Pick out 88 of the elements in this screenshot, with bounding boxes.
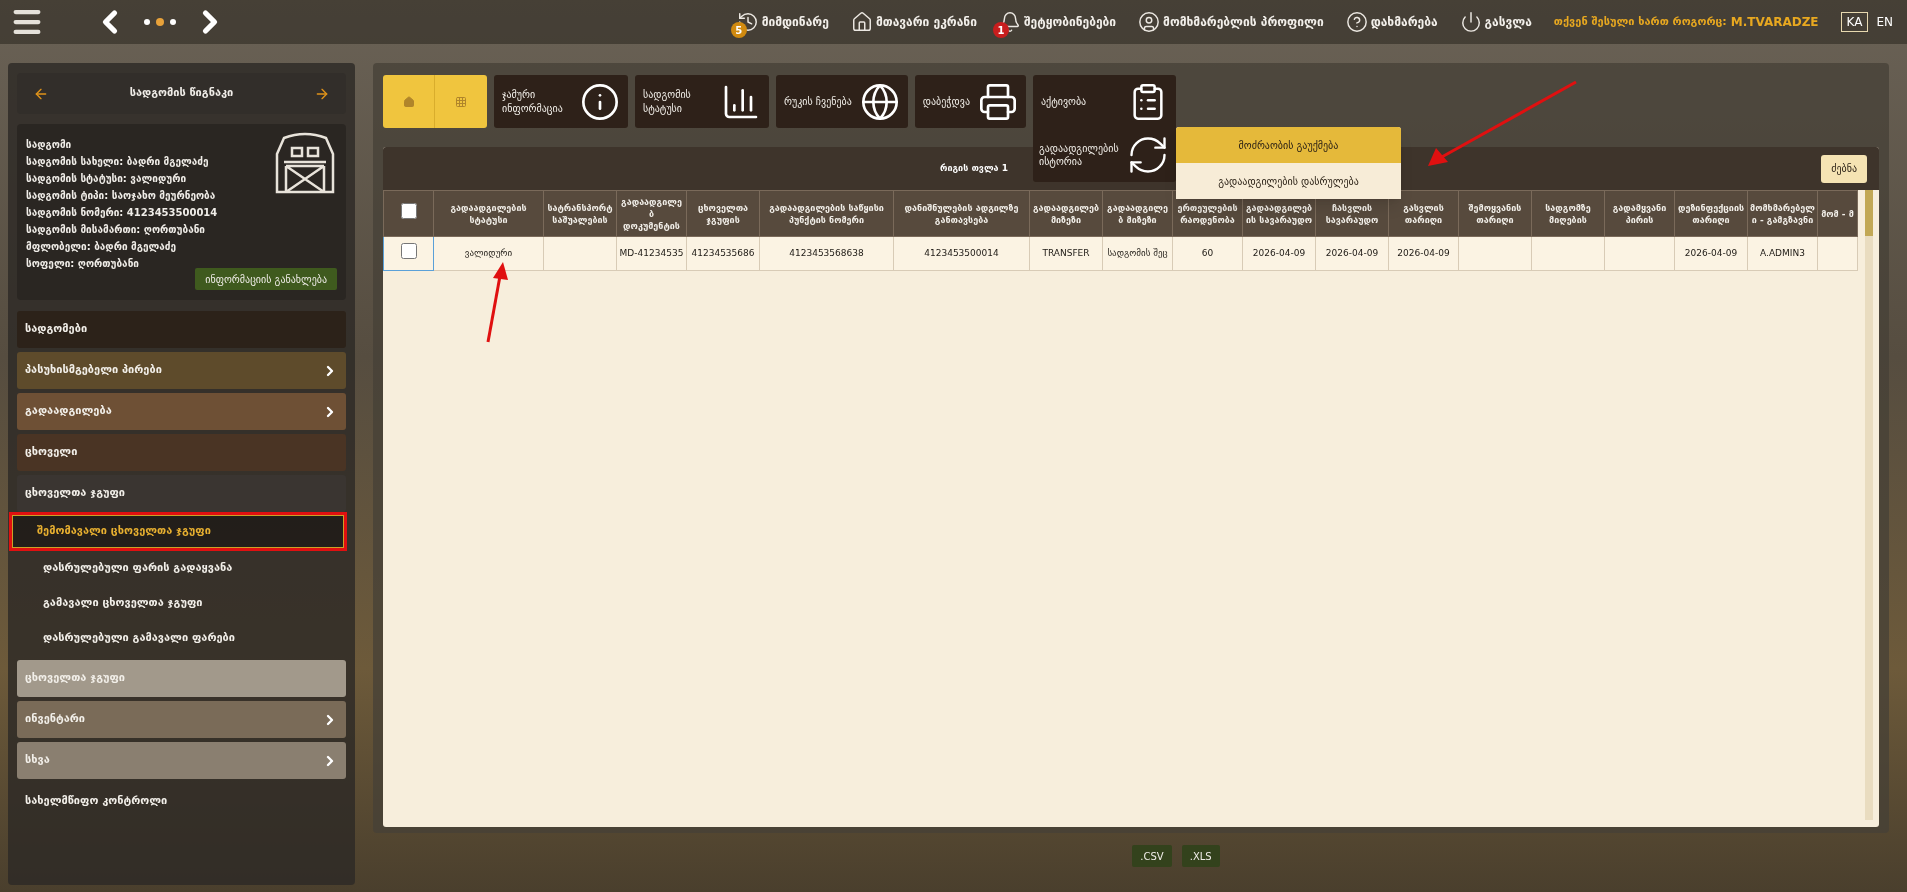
language-option[interactable]: KA	[1840, 12, 1869, 32]
help-icon[interactable]	[1345, 11, 1368, 33]
sidebar-menu-item[interactable]: ცხოველი	[17, 434, 346, 471]
export-button[interactable]: .XLS	[1181, 845, 1220, 867]
clock-icon[interactable]	[736, 11, 759, 33]
row-checkbox[interactable]	[400, 242, 417, 259]
export-button[interactable]: .CSV	[1132, 845, 1172, 867]
column-header[interactable]: დანიშნულების ადგილზე განთავსება	[893, 190, 1030, 237]
column-header[interactable]: მომ - მ	[1817, 190, 1858, 237]
home-icon[interactable]	[850, 11, 873, 33]
search-button[interactable]: ძებნა	[1821, 154, 1867, 183]
table-cell: A.ADMIN3	[1747, 236, 1818, 271]
nav-link[interactable]: მიმდინარე	[761, 13, 829, 31]
toolbar-tile[interactable]: რუკის ჩვენება	[776, 75, 908, 128]
table-cell: TRANSFER	[1029, 236, 1103, 271]
toolbar-tile[interactable]: სადგომის სტატუსი	[635, 75, 769, 128]
sidebar-submenu-item[interactable]: შემომავალი ცხოველთა ჯგუფი	[12, 515, 344, 548]
update-info-button[interactable]: ინფორმაციის განახლება	[195, 268, 337, 290]
column-header[interactable]: გადაადგილების სტატუსი	[433, 190, 544, 237]
column-header[interactable]: გადამყვანი პირის	[1604, 190, 1675, 237]
column-header[interactable]: გადაადგილების საწყისი პუნქტის ნომერი	[759, 190, 894, 237]
sidebar-menu-item[interactable]: პასუხისმგებელი პირები	[17, 352, 346, 389]
user-label: თქვენ შესული ხართ როგორც:	[1553, 13, 1727, 30]
table-cell: 2026-04-09	[1315, 236, 1389, 271]
user-icon[interactable]	[1138, 11, 1161, 33]
info-line: სადგომის სტატუსი: ვალიდური	[26, 172, 188, 186]
history-tile[interactable]: გადაადგილების ისტორია	[1032, 128, 1176, 182]
table-cell	[1604, 236, 1675, 271]
column-header[interactable]: გადაადგილებ მიზეზი	[1029, 190, 1103, 237]
sidebar-menu-item[interactable]: ინვენტარი	[17, 701, 346, 738]
grid-icon	[455, 95, 467, 108]
dots-icon	[142, 17, 178, 27]
nav-link[interactable]: მთავარი ეკრანი	[875, 13, 977, 31]
table-cell: MD-41234535	[616, 236, 687, 271]
column-header[interactable]: გასვლის თარიღი	[1388, 190, 1459, 237]
info-line: სადგომის ტიპი: საოჯახო მეურნეობა	[26, 189, 217, 203]
info-line: სადგომი	[26, 138, 73, 152]
barn-icon	[274, 132, 336, 194]
table-cell	[1817, 236, 1858, 271]
printer-icon	[977, 81, 1018, 122]
toolbar-tile[interactable]: ჯამური ინფორმაცია	[494, 75, 628, 128]
info-line: სადგომის მისამართი: ღორთუბანი	[26, 223, 206, 237]
activity-tile[interactable]: აქტივობა	[1032, 75, 1176, 128]
column-header[interactable]: სატრანსპორტ საშუალების	[543, 190, 617, 237]
toolbar-tile[interactable]: დაბეჭდვა	[914, 75, 1026, 128]
column-header[interactable]: ცხოველთა ჯგუფის	[686, 190, 760, 237]
sidebar-submenu-item[interactable]: დასრულებული ფარის გადაყვანა	[17, 551, 346, 586]
sidebar-menu-item[interactable]: ცხოველთა ჯგუფი	[17, 475, 346, 512]
dropdown-menu-item[interactable]: გადაადგილების დასრულება	[1175, 163, 1401, 199]
sidebar-menu-item[interactable]: სახელმწიფო კონტროლი	[17, 783, 346, 820]
sidebar-title: სადგომის წიგნაკი	[129, 85, 234, 102]
info-line: სადგომის ნომერი: 4123453500014	[26, 206, 219, 220]
column-header[interactable]: სადგომზე მიღების	[1531, 190, 1605, 237]
table-cell: 60	[1172, 236, 1243, 271]
sidebar-menu-item[interactable]: გადაადგილება	[17, 393, 346, 430]
info-line: მფლობელი: ბადრი მგელაძე	[26, 240, 177, 254]
globe-icon	[859, 81, 900, 122]
table-cell: სადგომის შეც	[1102, 236, 1173, 271]
select-all-checkbox[interactable]	[400, 202, 417, 219]
count-badge: 1	[992, 22, 1009, 38]
username: M.TVARADZE	[1730, 14, 1819, 31]
sidebar-submenu-item[interactable]: დასრულებული გამავალი ფარები	[17, 621, 346, 656]
column-header[interactable]: მომხმარებელი - გამგზავნი	[1747, 190, 1818, 237]
sidebar-submenu-item[interactable]: გამავალი ცხოველთა ჯგუფი	[17, 586, 346, 621]
info-line: სადგომის სახელი: ბადრი მგელაძე	[26, 155, 210, 169]
column-header[interactable]: შემოყვანის თარიღი	[1458, 190, 1532, 237]
nav-link[interactable]: შეტყობინებები	[1023, 13, 1117, 31]
info-line: სოფელი: ღორთუბანი	[26, 257, 140, 271]
info-icon	[580, 81, 620, 122]
sidebar-menu-item[interactable]: სადგომები	[17, 311, 346, 348]
dropdown-menu-item[interactable]: მოძრაობის გაუქმება	[1175, 127, 1401, 163]
table-cell: 4123453500014	[893, 236, 1030, 271]
nav-link[interactable]: დახმარება	[1370, 13, 1438, 31]
column-header[interactable]: დეზინფექციის თარიღი	[1674, 190, 1748, 237]
table-cell: 41234535686	[686, 236, 760, 271]
row-count: რიგის თვლა 1	[940, 161, 1008, 175]
column-header[interactable]: გადაადგილებ მიზეზი	[1102, 190, 1173, 237]
table-cell: 2026-04-09	[1242, 236, 1316, 271]
table-cell: 2026-04-09	[1388, 236, 1459, 271]
count-badge: 5	[730, 22, 747, 38]
nav-link[interactable]: გასვლა	[1484, 13, 1532, 31]
table-cell: 2026-04-09	[1674, 236, 1748, 271]
nav-link[interactable]: მომხმარებლის პროფილი	[1163, 13, 1324, 31]
language-option[interactable]: EN	[1872, 12, 1897, 32]
column-header[interactable]: გადაადგილებ დოკუმენტის	[616, 190, 687, 237]
home-icon	[402, 95, 415, 108]
power-icon[interactable]	[1459, 11, 1482, 33]
table-cell: 4123453568638	[759, 236, 894, 271]
